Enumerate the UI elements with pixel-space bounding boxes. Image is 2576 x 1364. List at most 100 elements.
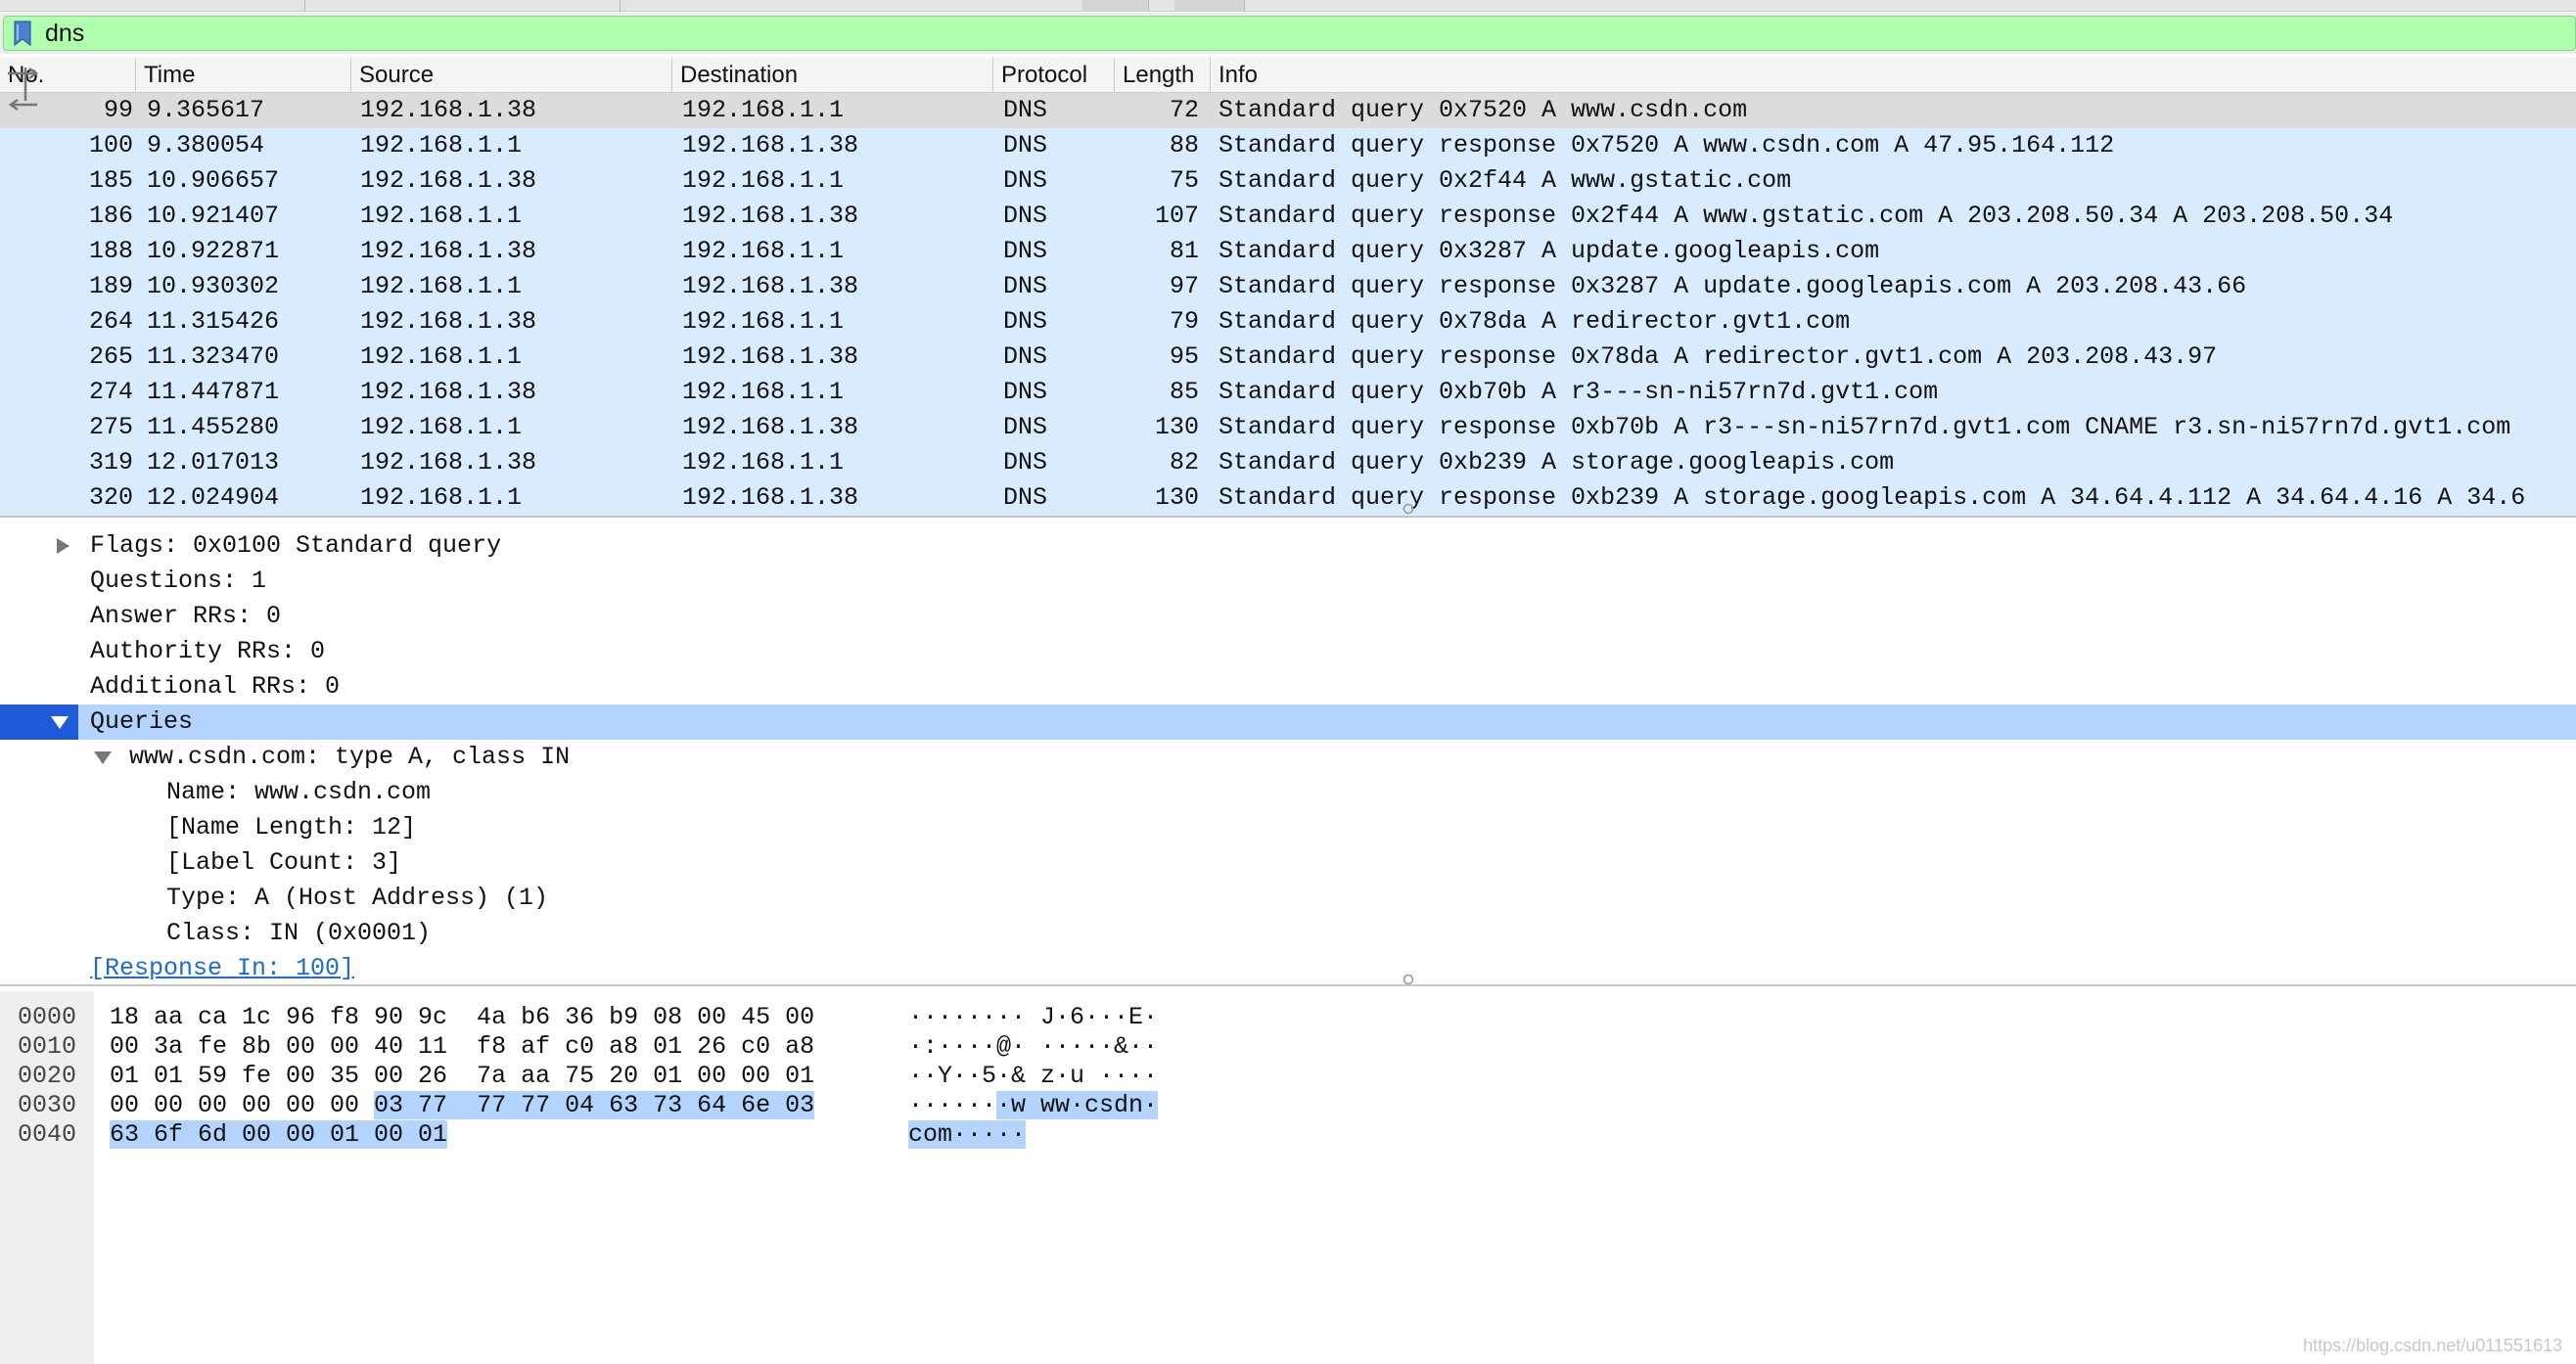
ascii-bytes-plain: ··Y··5·& z·u ···· — [908, 1062, 1159, 1090]
ascii-bytes[interactable]: ········ J·6···E· — [908, 1003, 1158, 1032]
packet-info: Standard query response 0x78da A redirec… — [1219, 342, 2218, 371]
ascii-bytes[interactable]: com····· — [908, 1120, 1027, 1150]
detail-text: [Label Count: 3] — [166, 848, 402, 877]
packet-row[interactable]: 319 12.017013 192.168.1.38 192.168.1.1 DNS 82… — [0, 445, 2576, 480]
expand-right-icon[interactable] — [57, 538, 69, 554]
hex-bytes[interactable]: 63 6f 6d 00 00 01 00 01 — [110, 1120, 448, 1150]
toolbar-segment — [0, 0, 305, 12]
response-link-row[interactable]: [Response In: 100] — [0, 951, 2576, 986]
column-header-protocol[interactable]: Protocol — [992, 58, 1114, 93]
column-header-no[interactable]: No. — [0, 58, 133, 93]
column-header-destination[interactable]: Destination — [671, 58, 992, 93]
packet-row[interactable]: 264 11.315426 192.168.1.38 192.168.1.1 DNS 79… — [0, 304, 2576, 340]
detail-row[interactable]: Additional RRs: 0 — [0, 669, 2576, 705]
byte-offset: 0020 — [18, 1062, 77, 1090]
bytes-row: 0040 63 6f 6d 00 00 01 00 01 com····· — [0, 1120, 2576, 1150]
expander-cell[interactable] — [0, 705, 78, 740]
detail-row[interactable]: Class: IN (0x0001) — [0, 916, 2576, 951]
packet-time: 10.922871 — [147, 237, 280, 265]
packet-no: 186 — [88, 202, 133, 230]
packet-source: 192.168.1.38 — [360, 237, 537, 265]
packet-info: Standard query 0x7520 A www.csdn.com — [1219, 96, 1748, 124]
ascii-bytes-plain: ·:····@· ·····&·· — [908, 1032, 1159, 1061]
hex-bytes[interactable]: 00 00 00 00 00 00 03 77 77 77 04 63 73 6… — [110, 1091, 815, 1120]
packet-row[interactable]: 186 10.921407 192.168.1.1 192.168.1.38 DNS 10… — [0, 199, 2576, 234]
packet-row[interactable]: 185 10.906657 192.168.1.38 192.168.1.1 DNS 75… — [0, 163, 2576, 199]
packet-destination: 192.168.1.38 — [682, 202, 859, 230]
column-header-time[interactable]: Time — [135, 58, 350, 93]
byte-offset: 0000 — [18, 1003, 77, 1031]
packet-row[interactable]: 265 11.323470 192.168.1.1 192.168.1.38 DNS 95… — [0, 340, 2576, 375]
detail-text: [Name Length: 12] — [166, 813, 417, 841]
packet-no: 319 — [88, 448, 133, 477]
packet-length: 75 — [1169, 166, 1199, 195]
packet-row[interactable]: 275 11.455280 192.168.1.1 192.168.1.38 DNS 13… — [0, 410, 2576, 445]
packet-destination: 192.168.1.1 — [682, 237, 845, 265]
packet-source: 192.168.1.1 — [360, 272, 523, 300]
packet-length: 72 — [1169, 96, 1199, 124]
packet-protocol: DNS — [1003, 483, 1048, 512]
hex-bytes[interactable]: 18 aa ca 1c 96 f8 90 9c 4a b6 36 b9 08 0… — [110, 1003, 814, 1032]
packet-destination: 192.168.1.1 — [682, 307, 845, 336]
packet-no: 99 — [103, 96, 133, 124]
toolbar-segment — [1082, 0, 1149, 12]
display-filter-input[interactable] — [45, 17, 2551, 50]
detail-row[interactable]: Name: www.csdn.com — [0, 775, 2576, 810]
hex-bytes[interactable]: 01 01 59 fe 00 35 00 26 7a aa 75 20 01 0… — [110, 1062, 814, 1091]
detail-text: Queries — [90, 707, 194, 736]
packet-no: 320 — [88, 483, 133, 512]
packet-protocol: DNS — [1003, 96, 1048, 124]
detail-row[interactable]: Flags: 0x0100 Standard query — [0, 528, 2576, 564]
detail-row[interactable]: Answer RRs: 0 — [0, 599, 2576, 634]
response-in-link[interactable]: [Response In: 100] — [90, 951, 354, 986]
detail-text: Name: www.csdn.com — [166, 778, 432, 806]
packet-length: 95 — [1169, 342, 1199, 371]
packet-time: 11.455280 — [147, 413, 280, 441]
column-header-length[interactable]: Length — [1114, 58, 1210, 93]
packet-info: Standard query response 0xb239 A storage… — [1219, 483, 2526, 512]
packet-source: 192.168.1.1 — [360, 202, 523, 230]
packet-source: 192.168.1.1 — [360, 483, 523, 512]
packet-row[interactable]: 100 9.380054 192.168.1.1 192.168.1.38 DNS 88 S… — [0, 128, 2576, 163]
packet-protocol: DNS — [1003, 131, 1048, 159]
packet-protocol: DNS — [1003, 272, 1048, 300]
hex-bytes[interactable]: 00 3a fe 8b 00 00 40 11 f8 af c0 a8 01 2… — [110, 1032, 814, 1062]
bookmark-icon[interactable] — [11, 21, 34, 47]
packet-protocol: DNS — [1003, 166, 1048, 195]
detail-text: Answer RRs: 0 — [90, 602, 282, 630]
packet-source: 192.168.1.38 — [360, 307, 537, 336]
packet-time: 12.017013 — [147, 448, 280, 477]
packet-list-header: No. Time Source Destination Protocol Len… — [0, 58, 2576, 93]
ascii-bytes[interactable]: ·:····@· ·····&·· — [908, 1032, 1158, 1062]
splitter-handle-icon[interactable] — [1402, 502, 1415, 516]
ascii-bytes[interactable]: ··Y··5·& z·u ···· — [908, 1062, 1158, 1091]
detail-row[interactable]: [Label Count: 3] — [0, 845, 2576, 881]
expand-down-icon[interactable] — [51, 716, 69, 729]
hex-bytes-plain: 18 aa ca 1c 96 f8 90 9c 4a b6 36 b9 08 0… — [110, 1003, 815, 1031]
bytes-row: 0020 01 01 59 fe 00 35 00 26 7a aa 75 20 … — [0, 1062, 2576, 1091]
packet-length: 82 — [1169, 448, 1199, 477]
detail-row[interactable]: [Name Length: 12] — [0, 810, 2576, 845]
packet-time: 11.447871 — [147, 378, 280, 406]
toolbar-strip — [0, 0, 2576, 12]
packet-row[interactable]: 99 9.365617 192.168.1.38 192.168.1.1 DNS 72 St… — [0, 93, 2576, 128]
hex-bytes-plain: 00 3a fe 8b 00 00 40 11 f8 af c0 a8 01 2… — [110, 1032, 815, 1061]
packet-row[interactable]: 320 12.024904 192.168.1.1 192.168.1.38 DNS 13… — [0, 480, 2576, 516]
packet-row[interactable]: 188 10.922871 192.168.1.38 192.168.1.1 DNS 81… — [0, 234, 2576, 269]
column-header-source[interactable]: Source — [350, 58, 671, 93]
packet-time: 10.906657 — [147, 166, 280, 195]
column-header-info[interactable]: Info — [1210, 58, 2576, 93]
packet-no: 189 — [88, 272, 133, 300]
packet-source: 192.168.1.38 — [360, 378, 537, 406]
detail-row[interactable]: Type: A (Host Address) (1) — [0, 881, 2576, 916]
packet-no: 185 — [88, 166, 133, 195]
detail-row[interactable]: Queries — [0, 705, 2576, 740]
packet-row[interactable]: 189 10.930302 192.168.1.1 192.168.1.38 DNS 97… — [0, 269, 2576, 304]
ascii-bytes-highlighted: ·w ww·csdn· — [996, 1091, 1159, 1119]
packet-row[interactable]: 274 11.447871 192.168.1.38 192.168.1.1 DNS 85… — [0, 375, 2576, 410]
expand-down-icon[interactable] — [94, 751, 112, 764]
detail-row[interactable]: Authority RRs: 0 — [0, 634, 2576, 669]
ascii-bytes[interactable]: ·······w ww·csdn· — [908, 1091, 1159, 1120]
detail-row[interactable]: www.csdn.com: type A, class IN — [0, 740, 2576, 775]
detail-row[interactable]: Questions: 1 — [0, 564, 2576, 599]
